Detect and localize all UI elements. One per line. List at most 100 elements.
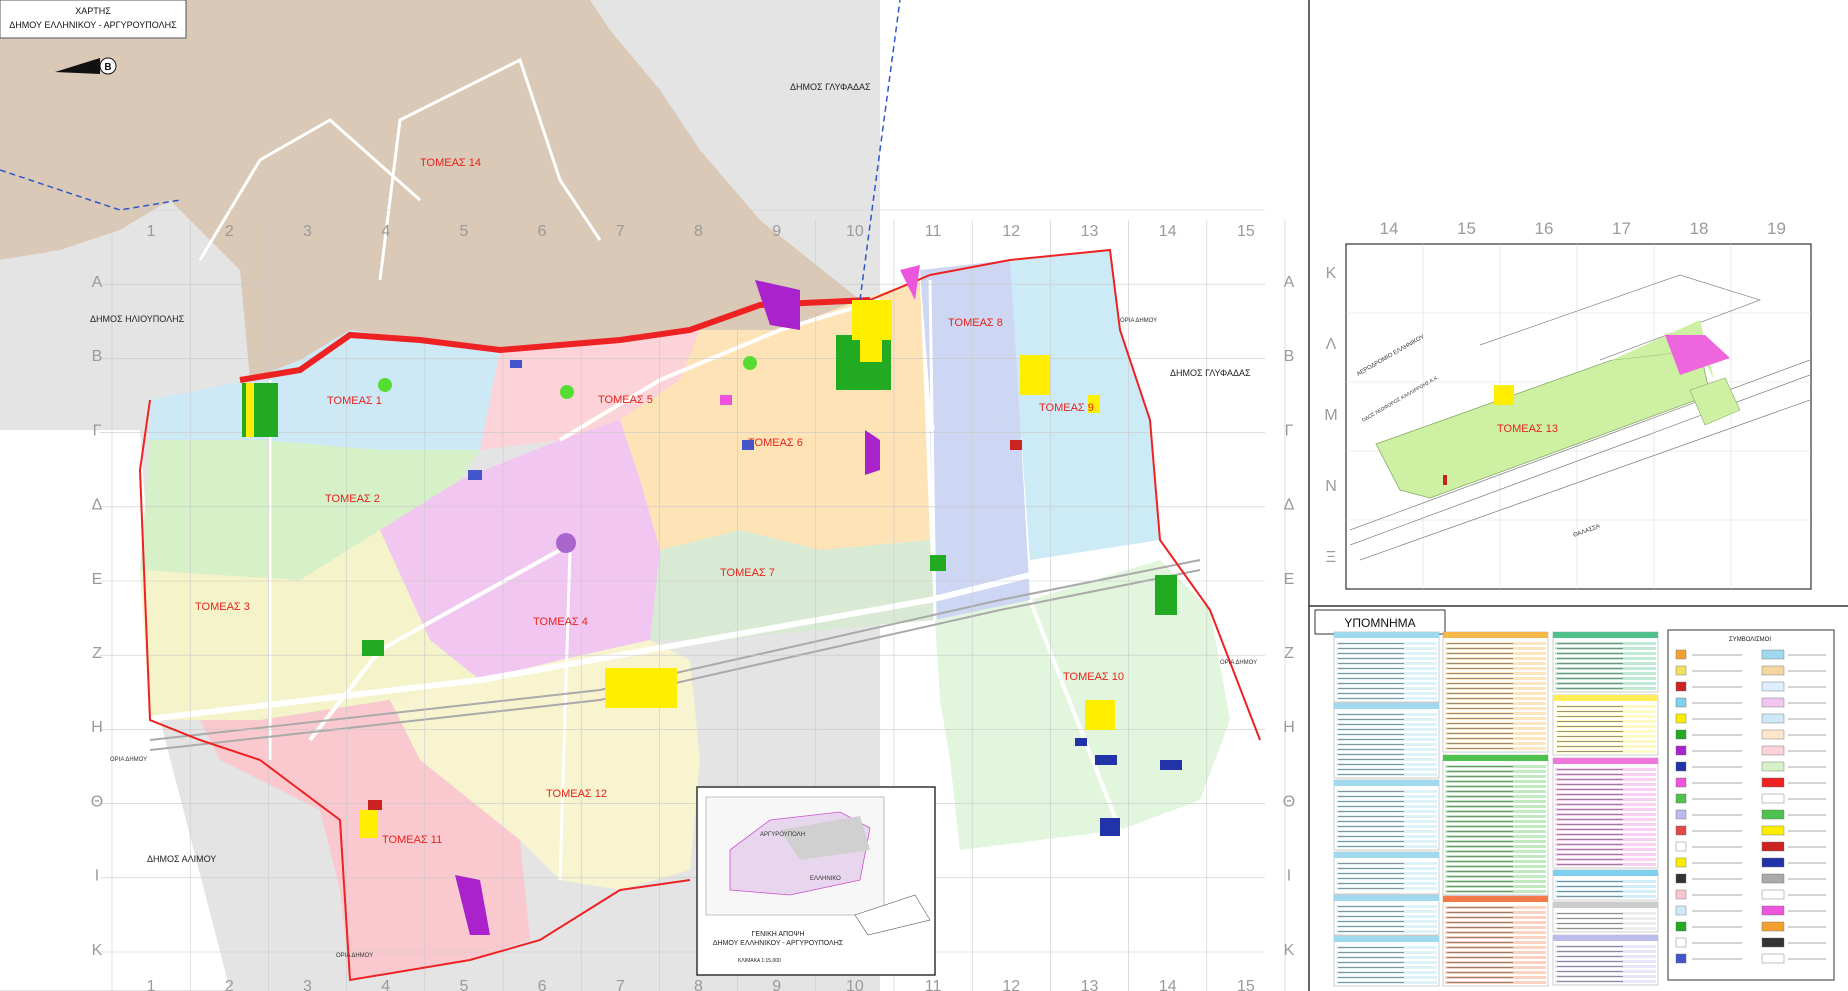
legend-symbol-swatch <box>1761 697 1785 708</box>
legend-symbol-swatch <box>1675 761 1687 772</box>
legend-symbol-swatch <box>1675 713 1687 724</box>
legend-symbol-swatch <box>1675 665 1687 676</box>
grid-row-label-right: Η <box>1283 719 1295 736</box>
glyfada-top-label: ΔΗΜΟΣ ΓΛΥΦΑΔΑΣ <box>790 82 871 92</box>
legend-symbol-swatch <box>1761 921 1785 932</box>
grid-column-label: 5 <box>459 223 468 240</box>
sector-7-label: ΤΟΜΕΑΣ 7 <box>720 567 775 579</box>
sector-14-label: ΤΟΜΕΑΣ 14 <box>420 157 481 169</box>
legend-symbol-swatch <box>1761 905 1785 916</box>
grid-column-label: 12 <box>1002 223 1020 240</box>
legend-symbol-swatch <box>1675 953 1687 964</box>
grid-column-label-bottom: 8 <box>694 978 703 991</box>
inset-marker <box>1443 475 1447 485</box>
inset-column-label: 19 <box>1767 219 1786 238</box>
legend-symbol-swatch <box>1761 825 1785 836</box>
sector-8-label: ΤΟΜΕΑΣ 8 <box>948 317 1003 329</box>
glyfada-right-label: ΔΗΜΟΣ ΓΛΥΦΑΔΑΣ <box>1170 368 1251 378</box>
grid-column-label: 15 <box>1237 223 1255 240</box>
grid-column-label-bottom: 15 <box>1237 978 1255 991</box>
legend-symbol-swatch <box>1761 681 1785 692</box>
grid-column-label: 10 <box>846 223 864 240</box>
grid-column-label: 4 <box>381 223 390 240</box>
grid-row-label: Β <box>92 348 103 365</box>
grid-row-label: Α <box>92 274 103 291</box>
legend: ΥΠΟΜΝΗΜΑ ΣΥΜΒΟΛΙΣΜΟΙ <box>1314 609 1835 987</box>
sector-11-label: ΤΟΜΕΑΣ 11 <box>382 834 442 846</box>
inset-column-label: 17 <box>1612 219 1631 238</box>
legend-symbol-swatch <box>1761 729 1785 740</box>
boundary-label-3: ΟΡΙΑ ΔΗΜΟΥ <box>110 757 147 763</box>
inset-yellow-block <box>1494 385 1514 405</box>
legend-symbol-swatch <box>1761 809 1785 820</box>
legend-symbol-swatch <box>1675 649 1687 660</box>
grid-column-label-bottom: 1 <box>147 978 156 991</box>
overview-inset: ΑΡΓΥΡΟΥΠΟΛΗ ΕΛΛΗΝΙΚΟ ΓΕΝΙΚΗ ΑΠΟΨΗ ΔΗΜΟΥ … <box>696 786 936 976</box>
inset-row-label: Ν <box>1325 478 1337 495</box>
legend-symbol-swatch <box>1761 937 1785 948</box>
municipality-map: 1122334455667788991010111112121313141415… <box>0 0 1848 991</box>
boundary-label-1: ΟΡΙΑ ΔΗΜΟΥ <box>1120 318 1157 324</box>
legend-symbol-swatch <box>1761 777 1785 788</box>
grid-column-label: 13 <box>1081 223 1099 240</box>
grid-row-label-right: Γ <box>1285 422 1294 439</box>
sector-10-label: ΤΟΜΕΑΣ 10 <box>1063 671 1124 683</box>
sector-1-label: ΤΟΜΕΑΣ 1 <box>327 395 382 407</box>
grid-row-label-right: Ι <box>1287 868 1291 885</box>
grid-column-label: 8 <box>694 223 703 240</box>
overview-elliniko: ΕΛΛΗΝΙΚΟ <box>810 876 841 882</box>
sector-4-label: ΤΟΜΕΑΣ 4 <box>533 616 588 628</box>
map-title-line2: ΔΗΜΟΥ ΕΛΛΗΝΙΚΟΥ - ΑΡΓΥΡΟΥΠΟΛΗΣ <box>9 20 177 30</box>
grid-row-label: Γ <box>93 422 102 439</box>
inset-row-label: Ξ <box>1326 549 1336 566</box>
grid-row-label-right: Α <box>1284 274 1295 291</box>
inset-row-label: Μ <box>1324 407 1337 424</box>
alimos-label: ΔΗΜΟΣ ΑΛΙΜΟΥ <box>147 854 216 864</box>
grid-column-label: 9 <box>772 223 781 240</box>
grid-column-label-bottom: 12 <box>1002 978 1020 991</box>
grid-row-label-right: Κ <box>1284 942 1295 959</box>
grid-row-label-right: Ε <box>1284 571 1295 588</box>
grid-row-label: Ζ <box>92 645 102 662</box>
grid-column-label-bottom: 2 <box>225 978 234 991</box>
sector-13-label: ΤΟΜΕΑΣ 13 <box>1497 423 1558 435</box>
legend-symbol-swatch <box>1675 793 1687 804</box>
grid-column-label-bottom: 5 <box>459 978 468 991</box>
grid-row-label-right: Ζ <box>1284 645 1294 662</box>
grid-row-label-right: Δ <box>1284 497 1295 514</box>
sector-2-label: ΤΟΜΕΑΣ 2 <box>325 493 380 505</box>
legend-symbol-swatch <box>1761 841 1785 852</box>
legend-symbol-swatch <box>1675 681 1687 692</box>
sector-6-label: ΤΟΜΕΑΣ 6 <box>748 437 803 449</box>
overview-scale: ΚΛΙΜΑΚΑ 1:15.000 <box>738 958 781 964</box>
grid-column-label-bottom: 13 <box>1081 978 1099 991</box>
grid-column-label-bottom: 4 <box>381 978 390 991</box>
grid-column-label-bottom: 9 <box>772 978 781 991</box>
ilioupoli-label: ΔΗΜΟΣ ΗΛΙΟΥΠΟΛΗΣ <box>90 314 185 324</box>
map-title-line1: ΧΑΡΤΗΣ <box>75 6 111 16</box>
grid-column-label-bottom: 6 <box>538 978 547 991</box>
legend-symbol-swatch <box>1675 745 1687 756</box>
legend-symbol-swatch <box>1675 873 1687 884</box>
overview-argyroupoli: ΑΡΓΥΡΟΥΠΟΛΗ <box>760 832 805 838</box>
legend-symbol-swatch <box>1675 857 1687 868</box>
grid-column-label: 7 <box>616 223 625 240</box>
legend-symbol-swatch <box>1675 921 1687 932</box>
legend-symbol-swatch <box>1675 697 1687 708</box>
grid-row-label: Ι <box>95 868 99 885</box>
inset-row-label: Λ <box>1326 336 1337 353</box>
grid-row-label: Ε <box>92 571 103 588</box>
legend-symbol-swatch <box>1761 761 1785 772</box>
legend-symbol-swatch <box>1761 857 1785 868</box>
sector-12-label: ΤΟΜΕΑΣ 12 <box>546 788 607 800</box>
inset-column-label: 18 <box>1690 219 1709 238</box>
legend-symbol-swatch <box>1675 905 1687 916</box>
sector-13-inset: 14 15 16 17 18 19 ΚΛΜΝΞ ΤΟΜΕΑΣ 13 ΑΕΡΟΔΡΟΜΙΟ … <box>1324 219 1812 590</box>
grid-column-label-bottom: 11 <box>925 978 942 991</box>
grid-column-label: 6 <box>538 223 547 240</box>
legend-symbol-swatch <box>1761 665 1785 676</box>
grid-column-label: 3 <box>303 223 312 240</box>
overview-title-line2: ΔΗΜΟΥ ΕΛΛΗΝΙΚΟΥ - ΑΡΓΥΡΟΥΠΟΛΗΣ <box>713 940 844 947</box>
grid-column-label: 14 <box>1159 223 1177 240</box>
inset-column-label: 15 <box>1457 219 1476 238</box>
